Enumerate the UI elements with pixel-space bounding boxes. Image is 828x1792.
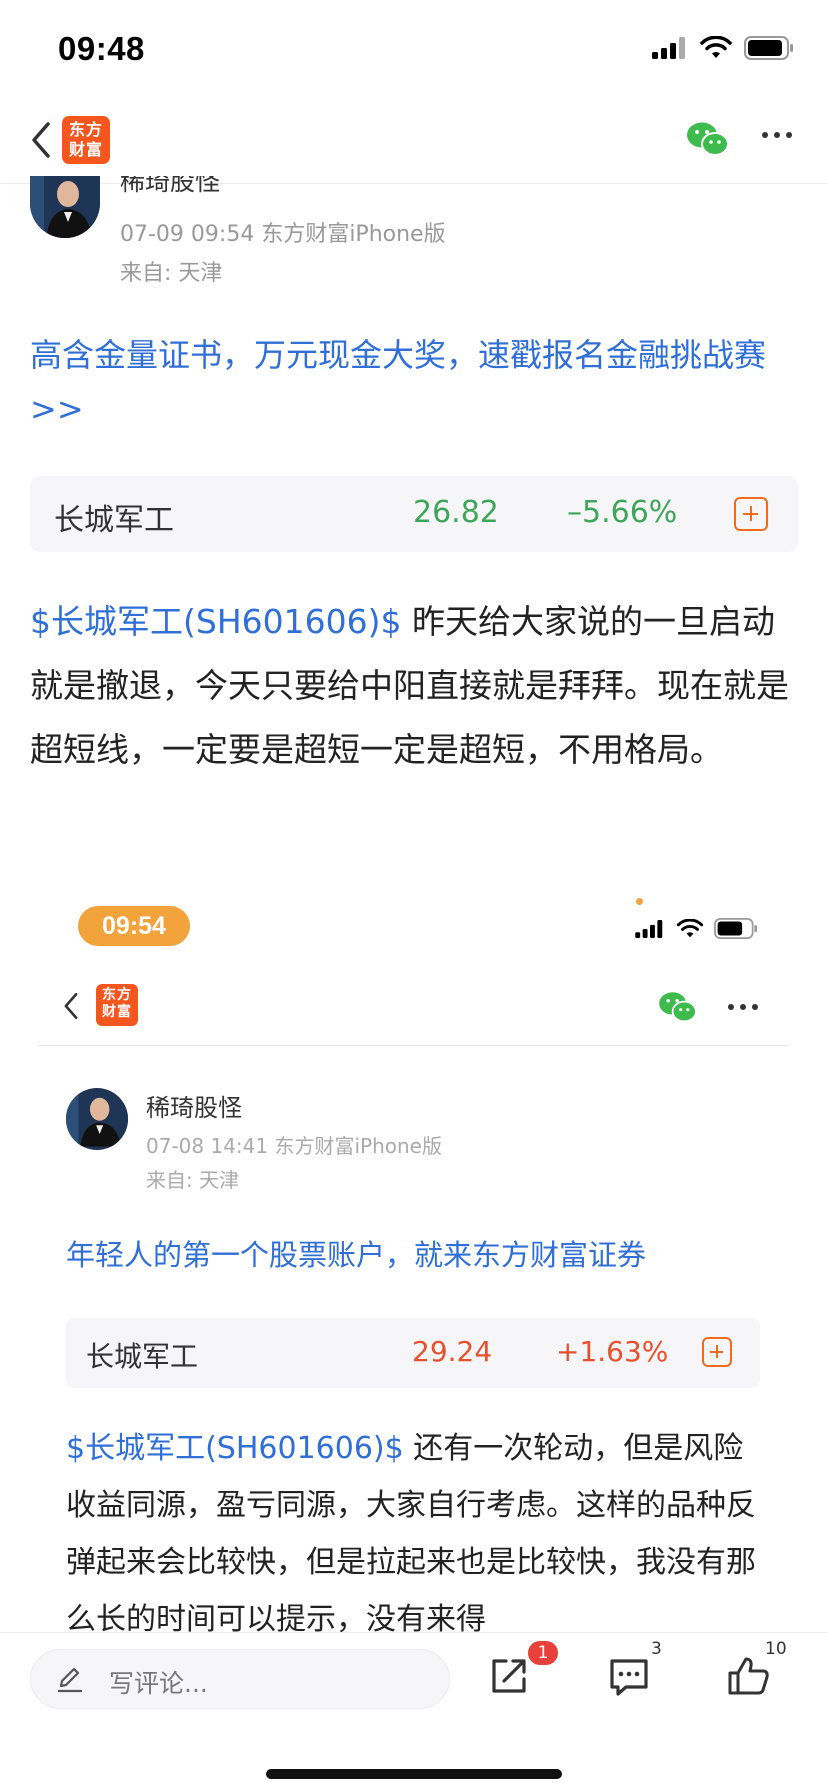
- like-count: 10: [765, 1639, 787, 1659]
- post-body: $长城军工(SH601606)$ 昨天给大家说的一旦启动就是撤退，今天只要给中阳…: [30, 590, 800, 782]
- embedded-status-time: 09:54: [78, 906, 190, 946]
- battery-icon: [744, 36, 793, 60]
- logo-text-line1: 东方: [68, 120, 103, 139]
- post-meta: 07-09 09:54 东方财富iPhone版: [120, 222, 446, 247]
- battery-icon: [714, 918, 757, 939]
- like-thumb-icon[interactable]: [726, 1653, 772, 1699]
- pencil-icon: [57, 1667, 83, 1693]
- post-location: 来自: 天津: [120, 261, 223, 286]
- wechat-share-icon: [659, 992, 697, 1023]
- add-watchlist-icon[interactable]: [734, 497, 768, 531]
- embedded-nav-bar: 东方 财富: [38, 972, 788, 1046]
- home-indicator: [266, 1769, 562, 1779]
- embedded-author-row: 稀琦股怪 07-08 14:41 东方财富iPhone版 来自: 天津: [66, 1088, 766, 1198]
- share-icon[interactable]: [486, 1653, 532, 1699]
- signal-icon: [635, 919, 663, 938]
- logo-text-line2: 财富: [102, 1004, 132, 1020]
- post-meta: 07-08 14:41 东方财富iPhone版: [146, 1134, 442, 1158]
- eastmoney-logo[interactable]: 东方 财富: [62, 116, 110, 164]
- comment-icon[interactable]: [606, 1653, 652, 1699]
- stock-name: 长城军工: [86, 1340, 199, 1373]
- comment-placeholder: 写评论...: [109, 1669, 208, 1698]
- bottom-action-bar: 写评论... 1 3 10: [0, 1632, 828, 1792]
- embedded-promo-link: 年轻人的第一个股票账户，就来东方财富证券: [66, 1238, 647, 1272]
- avatar[interactable]: [30, 176, 100, 238]
- stock-tag-link[interactable]: $长城军工(SH601606)$: [30, 602, 401, 641]
- wechat-share-icon[interactable]: [686, 120, 730, 158]
- comment-input[interactable]: 写评论...: [30, 1649, 450, 1709]
- promo-link[interactable]: 高含金量证书，万元现金大奖，速戳报名金融挑战赛>>: [30, 328, 800, 436]
- more-options-icon: [728, 1004, 758, 1010]
- share-badge: 1: [528, 1641, 558, 1665]
- wifi-icon: [700, 36, 732, 58]
- author-name[interactable]: 稀琦股怪: [120, 176, 220, 198]
- more-options-icon[interactable]: [762, 132, 792, 138]
- stock-name: 长城军工: [54, 503, 174, 538]
- stock-tag-link: $长城军工(SH601606)$: [66, 1431, 404, 1466]
- stock-change: –5.66%: [567, 495, 678, 530]
- author-row: 稀琦股怪 07-09 09:54 东方财富iPhone版 来自: 天津: [30, 176, 790, 286]
- stock-change: +1.63%: [556, 1335, 669, 1368]
- stock-card[interactable]: 长城军工 26.82 –5.66%: [30, 476, 798, 552]
- comment-count: 3: [651, 1639, 662, 1659]
- wifi-icon: [676, 918, 704, 937]
- author-name: 稀琦股怪: [146, 1094, 242, 1122]
- stock-price: 26.82: [413, 495, 499, 530]
- status-icons: [652, 36, 794, 60]
- back-arrow-icon[interactable]: [26, 118, 56, 162]
- add-watchlist-icon: [702, 1337, 732, 1367]
- status-bar: 09:48: [0, 0, 828, 96]
- signal-icon: [652, 37, 685, 59]
- privacy-indicator-dot: [636, 898, 643, 905]
- avatar-image: [30, 176, 100, 238]
- back-arrow-icon: [64, 992, 78, 1020]
- status-time: 09:48: [58, 30, 145, 67]
- eastmoney-logo: 东方 财富: [96, 984, 138, 1026]
- nav-bar: 东方 财富: [0, 96, 828, 184]
- post-location: 来自: 天津: [146, 1168, 240, 1192]
- embedded-screenshot[interactable]: 09:54 东方 财富 稀琦股怪 07-08 14:41 东方财富iPhone版…: [0, 890, 828, 1632]
- embedded-status-icons: [634, 918, 758, 939]
- avatar: [66, 1088, 128, 1150]
- logo-text-line2: 财富: [68, 140, 103, 159]
- stock-price: 29.24: [412, 1335, 493, 1368]
- embedded-post-body: $长城军工(SH601606)$ 还有一次轮动，但是风险收益同源，盈亏同源，大家…: [66, 1420, 766, 1632]
- avatar-image: [66, 1091, 128, 1147]
- embedded-stock-card: 长城军工 29.24 +1.63%: [66, 1318, 760, 1388]
- logo-text-line1: 东方: [102, 987, 132, 1003]
